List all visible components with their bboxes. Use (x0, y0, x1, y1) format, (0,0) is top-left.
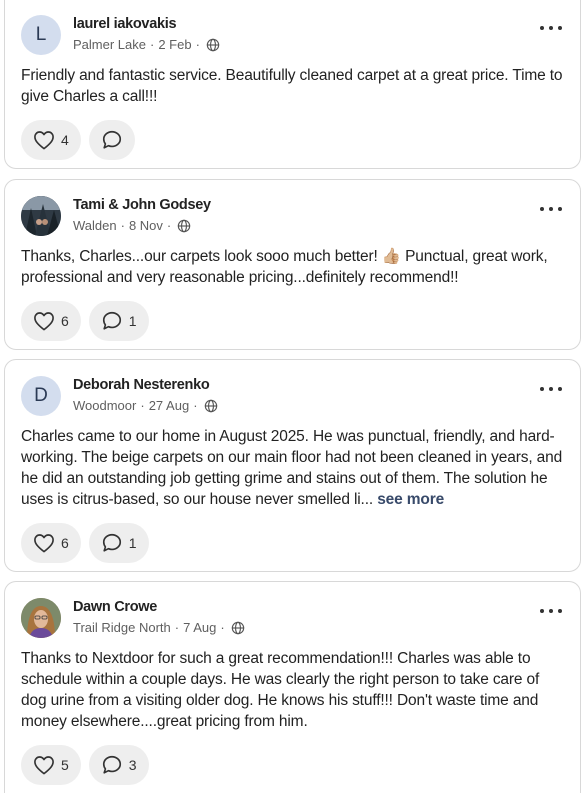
avatar[interactable] (21, 598, 61, 638)
author-location[interactable]: Woodmoor (73, 398, 136, 413)
see-more-link[interactable]: see more (377, 491, 444, 508)
globe-icon (206, 38, 220, 51)
post-actions: 6 1 (21, 523, 149, 563)
globe-icon (204, 399, 217, 412)
comment-count: 3 (128, 757, 137, 773)
meta-separator: · (140, 398, 145, 413)
meta-separator: · (195, 37, 200, 52)
comment-button[interactable]: 3 (88, 745, 149, 785)
post-body: Thanks to Nextdoor for such a great reco… (21, 650, 540, 730)
more-options-icon[interactable] (540, 202, 562, 216)
like-count: 6 (61, 313, 69, 329)
comment-button[interactable]: 1 (88, 523, 149, 563)
meta-separator: · (166, 218, 172, 233)
post-date: 8 Nov (128, 218, 163, 233)
meta-separator: · (174, 620, 180, 635)
comment-button[interactable] (88, 120, 135, 160)
comment-count: 1 (128, 313, 137, 329)
like-button[interactable]: 5 (21, 745, 81, 785)
avatar-photo-icon (21, 196, 61, 236)
post-date: 2 Feb (158, 37, 192, 52)
post-actions: 5 3 (21, 745, 149, 785)
meta-separator: · (149, 37, 155, 52)
comment-count: 1 (128, 535, 137, 551)
comment-bubble-icon (102, 755, 121, 774)
like-button[interactable]: 6 (21, 301, 81, 341)
avatar-photo-icon (21, 598, 61, 638)
more-options-icon[interactable] (540, 21, 562, 35)
post-meta: Palmer Lake · 2 Feb · (73, 37, 220, 52)
post-actions: 4 (21, 120, 135, 160)
meta-separator: · (193, 398, 198, 413)
post-text: Charles came to our home in August 2025.… (21, 428, 563, 508)
like-count: 4 (61, 132, 69, 148)
post-card: Tami & John Godsey Walden · 8 Nov · Than… (4, 179, 581, 350)
post-card: D Deborah Nesterenko Woodmoor · 27 Aug ·… (4, 359, 581, 572)
heart-icon (34, 312, 54, 331)
heart-icon (34, 756, 54, 775)
post-date: 7 Aug (183, 620, 217, 635)
comment-button[interactable]: 1 (88, 301, 149, 341)
comment-bubble-icon (102, 311, 121, 330)
author-location[interactable]: Palmer Lake (73, 37, 146, 52)
avatar[interactable]: L (21, 15, 61, 55)
author-name[interactable]: Tami & John Godsey (73, 197, 211, 213)
more-options-icon[interactable] (540, 382, 562, 396)
avatar[interactable] (21, 196, 61, 236)
like-count: 6 (61, 535, 69, 551)
post-meta: Trail Ridge North · 7 Aug · (73, 620, 245, 635)
post-actions: 6 1 (21, 301, 149, 341)
heart-icon (34, 131, 54, 150)
post-card: Dawn Crowe Trail Ridge North · 7 Aug · T… (4, 581, 581, 793)
post-date: 27 Aug (148, 398, 190, 413)
comment-bubble-icon (102, 130, 121, 149)
globe-icon (178, 219, 191, 232)
globe-icon (231, 621, 244, 634)
like-button[interactable]: 4 (21, 120, 81, 160)
post-body: Thanks, Charles...our carpets look sooo … (21, 248, 548, 286)
more-options-icon[interactable] (540, 604, 562, 618)
author-location[interactable]: Walden (73, 218, 117, 233)
author-name[interactable]: Deborah Nesterenko (73, 377, 210, 393)
like-button[interactable]: 6 (21, 523, 81, 563)
post-meta: Woodmoor · 27 Aug · (73, 398, 218, 413)
meta-separator: · (220, 620, 225, 635)
post-meta: Walden · 8 Nov · (73, 218, 191, 233)
post-body: Friendly and fantastic service. Beautifu… (21, 67, 563, 105)
meta-separator: · (120, 218, 125, 233)
avatar[interactable]: D (21, 376, 61, 416)
heart-icon (34, 534, 54, 553)
author-location[interactable]: Trail Ridge North (73, 620, 171, 635)
post-card: L laurel iakovakis Palmer Lake · 2 Feb ·… (4, 0, 581, 169)
comment-bubble-icon (102, 533, 121, 552)
author-name[interactable]: Dawn Crowe (73, 599, 157, 615)
author-name[interactable]: laurel iakovakis (73, 16, 177, 32)
post-body: Charles came to our home in August 2025.… (21, 426, 568, 510)
like-count: 5 (61, 757, 69, 773)
